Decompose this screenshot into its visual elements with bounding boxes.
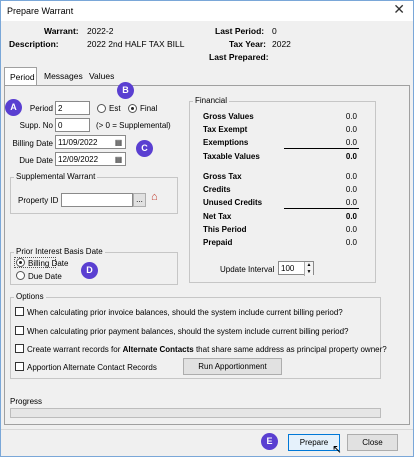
update-interval-input[interactable]: 100 ▲ ▼ bbox=[278, 261, 314, 276]
progress-label: Progress bbox=[10, 397, 43, 406]
option-apportion-text: Apportion Alternate Contact Records bbox=[27, 363, 157, 372]
progress-bar bbox=[10, 408, 381, 418]
fin-label-prepaid: Prepaid bbox=[203, 238, 233, 247]
description-label: Description: bbox=[9, 39, 59, 49]
fin-label-net-tax: Net Tax bbox=[203, 212, 232, 221]
fin-label-this-period: This Period bbox=[203, 225, 247, 234]
property-id-input[interactable] bbox=[61, 193, 133, 207]
option-payment-checkbox[interactable] bbox=[15, 326, 24, 335]
est-radio[interactable] bbox=[97, 104, 106, 113]
run-apportionment-button[interactable]: Run Apportionment bbox=[183, 358, 282, 375]
fin-divider-1 bbox=[284, 148, 359, 149]
supp-no-label: Supp. No bbox=[19, 121, 53, 130]
property-home-icon[interactable]: ⌂ bbox=[151, 191, 158, 203]
update-interval-spinner[interactable]: ▲ ▼ bbox=[304, 262, 313, 276]
period-label: Period bbox=[29, 104, 53, 113]
fin-value-taxable-values: 0.0 bbox=[345, 152, 357, 161]
fin-value-credits: 0.0 bbox=[345, 185, 357, 194]
title-bar: Prepare Warrant ✕ bbox=[1, 1, 413, 21]
options-group-title: Options bbox=[14, 292, 46, 301]
property-lookup-button[interactable]: ... bbox=[133, 193, 146, 207]
billing-date-value: 11/09/2022 bbox=[58, 138, 98, 147]
fin-value-gross-tax: 0.0 bbox=[345, 172, 357, 181]
tab-messages[interactable]: Messages bbox=[39, 67, 84, 85]
due-date-radio[interactable] bbox=[16, 271, 25, 280]
property-id-label: Property ID bbox=[18, 196, 59, 205]
due-date-value: 12/09/2022 bbox=[58, 155, 99, 164]
annotation-badge-b: B bbox=[117, 82, 134, 99]
fin-value-tax-exempt: 0.0 bbox=[345, 125, 357, 134]
tab-period[interactable]: Period bbox=[4, 67, 37, 86]
financial-group-title: Financial bbox=[193, 96, 230, 105]
est-label: Est bbox=[109, 104, 121, 113]
fin-label-tax-exempt: Tax Exempt bbox=[203, 125, 248, 134]
footer-divider bbox=[1, 429, 413, 430]
supp-no-input[interactable]: 0 bbox=[55, 118, 90, 132]
update-interval-value: 100 bbox=[281, 264, 295, 273]
option-payment-text: When calculating prior payment balances,… bbox=[27, 327, 349, 336]
billing-date-label: Billing Date bbox=[12, 139, 53, 148]
option-invoice-checkbox[interactable] bbox=[15, 307, 24, 316]
fin-value-unused-credits: 0.0 bbox=[345, 198, 357, 207]
final-label: Final bbox=[140, 104, 158, 113]
annotation-badge-a: A bbox=[5, 99, 22, 116]
fin-label-gross-tax: Gross Tax bbox=[203, 172, 242, 181]
due-calendar-icon[interactable]: ▦ bbox=[113, 154, 124, 165]
warrant-label: Warrant: bbox=[44, 26, 79, 36]
due-date-radio-label: Due Date bbox=[28, 272, 62, 281]
mouse-cursor-icon: ↖ bbox=[332, 442, 343, 456]
option-alternate-contacts-text: Create warrant records for Alternate Con… bbox=[27, 345, 387, 354]
close-button[interactable]: Close bbox=[347, 434, 398, 451]
final-radio[interactable] bbox=[128, 104, 137, 113]
fin-value-gross-values: 0.0 bbox=[345, 112, 357, 121]
prior-interest-group-title: Prior Interest Basis Date bbox=[14, 247, 105, 256]
fin-value-this-period: 0.0 bbox=[345, 225, 357, 234]
description-value: 2022 2nd HALF TAX BILL bbox=[87, 39, 185, 49]
last-period-label: Last Period: bbox=[215, 26, 265, 36]
update-interval-label: Update Interval bbox=[220, 265, 275, 274]
supp-hint: (> 0 = Supplemental) bbox=[96, 121, 171, 130]
window-title: Prepare Warrant bbox=[7, 6, 74, 16]
close-icon[interactable]: ✕ bbox=[393, 2, 405, 18]
option-apportion-checkbox[interactable] bbox=[15, 362, 24, 371]
fin-label-gross-values: Gross Values bbox=[203, 112, 254, 121]
fin-value-exemptions: 0.0 bbox=[345, 138, 357, 147]
option-invoice-text: When calculating prior invoice balances,… bbox=[27, 308, 343, 317]
billing-calendar-icon[interactable]: ▦ bbox=[113, 137, 124, 148]
tax-year-label: Tax Year: bbox=[229, 39, 267, 49]
fin-value-prepaid: 0.0 bbox=[345, 238, 357, 247]
annotation-badge-c: C bbox=[136, 140, 153, 157]
fin-label-taxable-values: Taxable Values bbox=[203, 152, 260, 161]
tab-values[interactable]: Values bbox=[84, 67, 124, 85]
last-prepared-label: Last Prepared: bbox=[209, 52, 269, 62]
supplemental-group-title: Supplemental Warrant bbox=[14, 172, 98, 181]
fin-label-unused-credits: Unused Credits bbox=[203, 198, 263, 207]
tax-year-value: 2022 bbox=[272, 39, 291, 49]
fin-label-credits: Credits bbox=[203, 185, 231, 194]
due-date-label: Due Date bbox=[19, 156, 53, 165]
period-input[interactable]: 2 bbox=[55, 101, 90, 115]
last-period-value: 0 bbox=[272, 26, 277, 36]
prepare-warrant-window: Prepare Warrant ✕ Warrant: 2022-2 Descri… bbox=[0, 0, 414, 457]
billing-date-radio-label: Billing Date bbox=[28, 259, 69, 268]
annotation-badge-e: E bbox=[261, 433, 278, 450]
option-alternate-contacts-checkbox[interactable] bbox=[15, 344, 24, 353]
warrant-value: 2022-2 bbox=[87, 26, 114, 36]
fin-divider-2 bbox=[284, 208, 359, 209]
billing-date-radio[interactable] bbox=[16, 258, 25, 267]
fin-label-exemptions: Exemptions bbox=[203, 138, 249, 147]
fin-value-net-tax: 0.0 bbox=[345, 212, 357, 221]
